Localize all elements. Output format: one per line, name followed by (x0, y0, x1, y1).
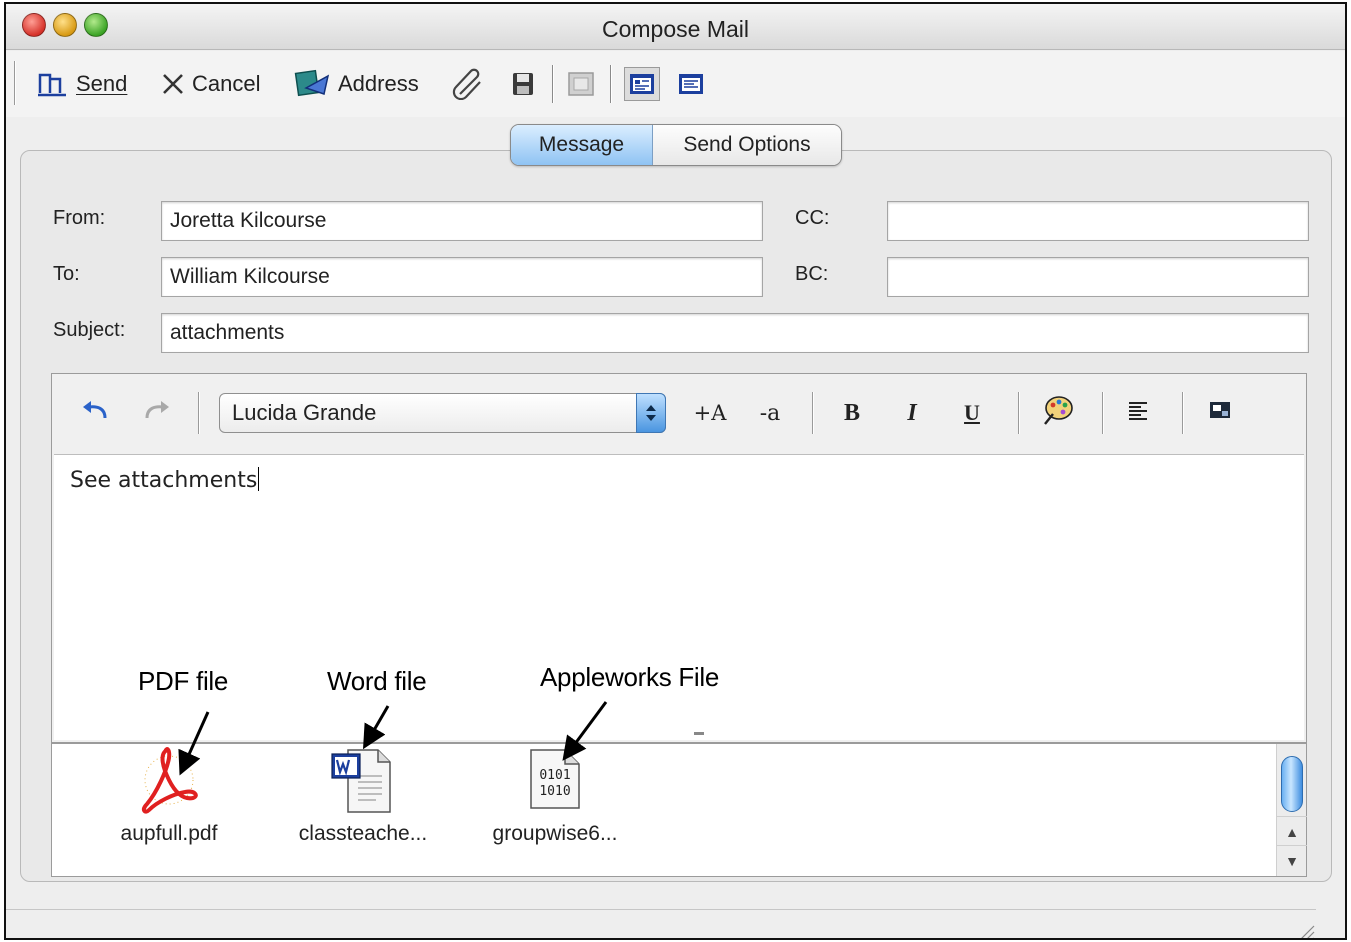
cancel-label: Cancel (192, 71, 261, 96)
binary-glyph-line: 1010 (539, 784, 571, 799)
undo-icon (81, 398, 111, 428)
message-panel: From: CC: To: BC: Subject: (20, 150, 1332, 882)
compose-tabs: Message Send Options (510, 124, 842, 166)
window-title: Compose Mail (602, 16, 749, 42)
annotation-appleworks-file: Appleworks File (540, 662, 720, 692)
insert-image-icon (1209, 400, 1231, 426)
status-bar (6, 909, 1316, 938)
floppy-disk-icon (510, 70, 536, 98)
attachment-item[interactable]: 0101 1010 groupwise6... (470, 744, 640, 874)
format-separator (1102, 392, 1104, 434)
attachment-name: classteache... (298, 822, 428, 845)
address-label: Address (338, 71, 419, 96)
decrease-font-size-button[interactable]: -a (748, 396, 792, 430)
subject-field[interactable] (161, 313, 1309, 353)
attach-button[interactable] (452, 65, 486, 103)
plain-text-view-button[interactable] (678, 65, 704, 103)
resize-grip-icon[interactable] (1286, 912, 1316, 938)
tab-send-options[interactable]: Send Options (653, 125, 841, 165)
redo-button[interactable] (136, 396, 176, 430)
annotation-word-file: Word file (327, 666, 427, 696)
html-view-button[interactable] (624, 65, 660, 103)
underline-button[interactable]: U (954, 396, 990, 430)
toolbar-grip (14, 61, 16, 105)
address-book-icon (294, 68, 332, 100)
font-select-value: Lucida Grande (232, 400, 377, 425)
toolbar: Send Cancel Address (6, 51, 1345, 117)
cc-field[interactable] (887, 201, 1309, 241)
spell-check-button[interactable] (566, 65, 596, 103)
save-draft-button[interactable] (510, 65, 536, 103)
increase-font-size-button[interactable]: +A (688, 396, 732, 430)
tab-message[interactable]: Message (511, 125, 653, 165)
toolbar-separator (610, 65, 612, 103)
format-separator (812, 392, 814, 434)
attachment-name: groupwise6... (492, 822, 618, 845)
text-color-button[interactable] (1036, 396, 1080, 430)
compose-mail-window: Compose Mail Send Cancel Address From: J… (4, 2, 1347, 940)
italic-button[interactable]: I (894, 396, 930, 430)
bold-button[interactable]: B (834, 396, 870, 430)
format-separator (198, 392, 200, 434)
plain-text-view-icon (678, 73, 704, 95)
format-toolbar: Lucida Grande +A -a B I U (52, 374, 1306, 454)
format-separator (1018, 392, 1020, 434)
from-field[interactable] (161, 201, 763, 241)
bc-field[interactable] (887, 257, 1309, 297)
splitter-handle[interactable] (694, 732, 704, 735)
text-caret (258, 467, 260, 491)
message-body[interactable]: See attachments (54, 454, 1304, 740)
format-separator (1182, 392, 1184, 434)
cc-label: CC: (795, 207, 830, 229)
send-label: Send (76, 71, 128, 96)
toolbar-separator (552, 65, 554, 103)
select-arrows-icon (636, 393, 666, 433)
paperclip-icon (452, 68, 486, 100)
align-button[interactable] (1118, 396, 1158, 430)
from-label: From: (53, 207, 106, 229)
attachment-scrollbar[interactable]: ▲ ▼ (1276, 744, 1307, 876)
attachment-list: aupfull.pdf classteache... 0101 1010 gro… (51, 732, 1307, 877)
subject-label: Subject: (53, 319, 126, 341)
binary-file-icon: 0101 1010 (527, 746, 583, 812)
attachment-item[interactable]: classteache... (278, 744, 448, 874)
color-palette-icon (1041, 394, 1075, 432)
scroll-up-arrow-icon[interactable]: ▲ (1277, 816, 1307, 846)
attachment-item[interactable]: aupfull.pdf (84, 744, 254, 874)
align-left-icon (1127, 399, 1149, 427)
annotation-pdf-file: PDF file (138, 666, 229, 696)
send-icon (36, 69, 70, 99)
close-icon (160, 71, 186, 97)
html-view-icon (624, 67, 660, 101)
redo-icon (141, 398, 171, 428)
cancel-button[interactable]: Cancel (160, 65, 260, 103)
spell-check-icon (566, 70, 596, 98)
address-button[interactable]: Address (294, 65, 419, 103)
word-file-icon (328, 746, 398, 821)
scroll-down-arrow-icon[interactable]: ▼ (1277, 845, 1307, 875)
font-select[interactable]: Lucida Grande (219, 393, 666, 433)
to-label: To: (53, 263, 80, 285)
binary-glyph-line: 0101 (539, 768, 571, 783)
undo-button[interactable] (76, 396, 116, 430)
message-body-text: See attachments (70, 467, 260, 493)
bc-label: BC: (795, 263, 829, 285)
scroll-thumb[interactable] (1281, 756, 1303, 812)
attachment-name: aupfull.pdf (120, 822, 218, 845)
to-field[interactable] (161, 257, 763, 297)
title-bar: Compose Mail (6, 4, 1345, 50)
send-button[interactable]: Send (36, 65, 127, 103)
pdf-file-icon (139, 746, 199, 821)
insert-image-button[interactable] (1200, 396, 1240, 430)
